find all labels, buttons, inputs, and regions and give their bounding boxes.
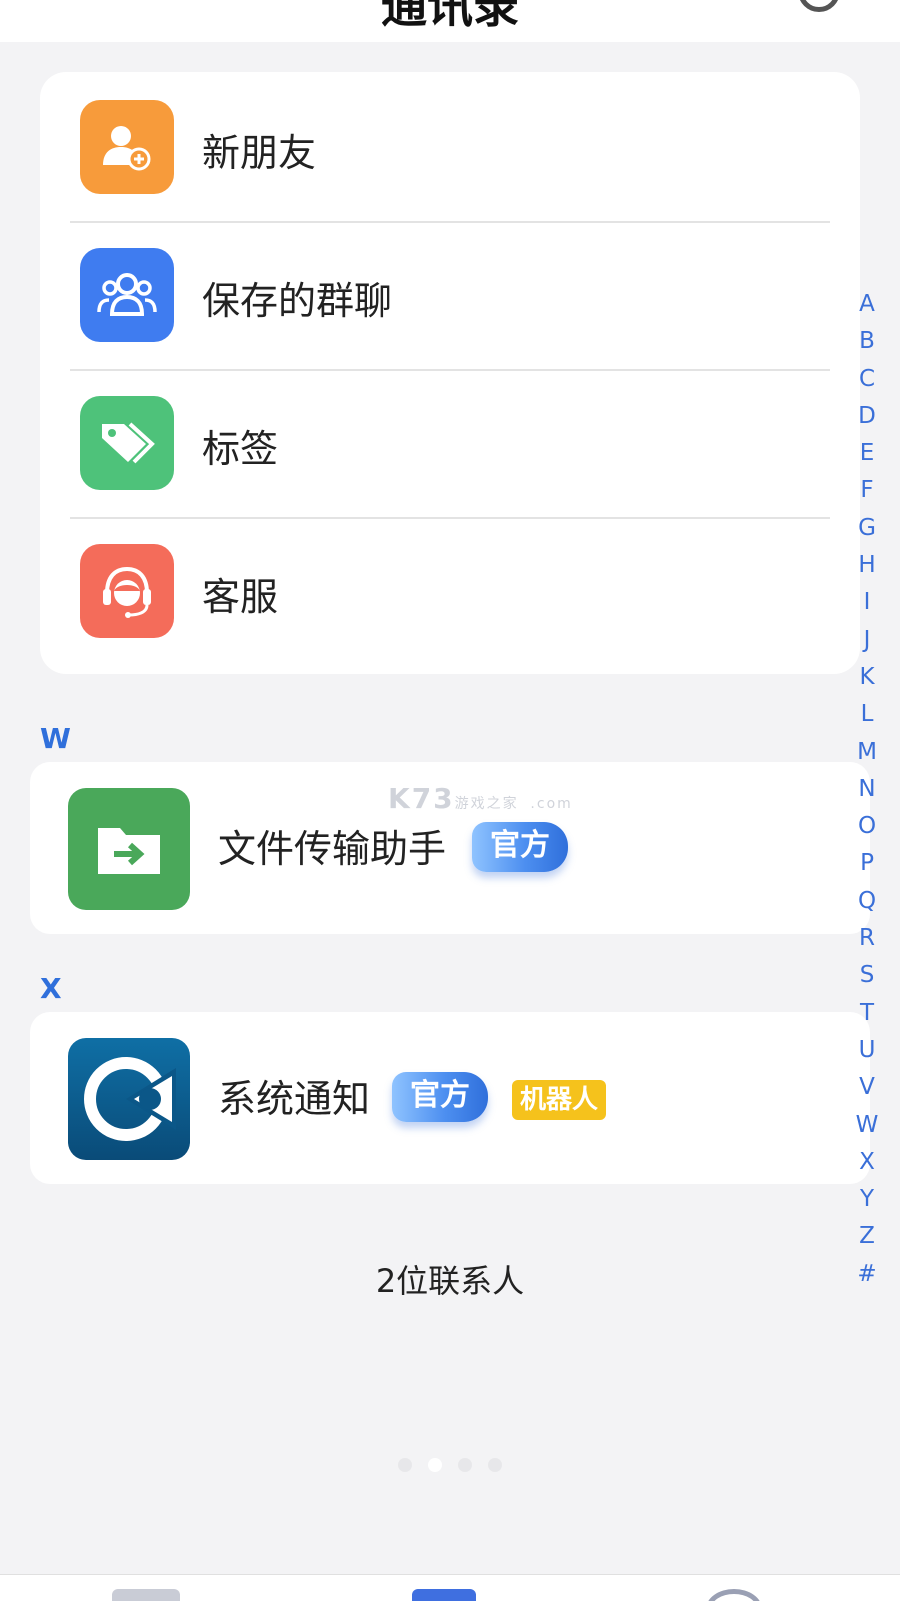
index-letter[interactable]: Z (852, 1218, 882, 1255)
index-letter[interactable]: L (852, 696, 882, 733)
index-letter[interactable]: P (852, 845, 882, 882)
index-letter[interactable]: K (852, 659, 882, 696)
menu-item-tags[interactable]: 标签 (40, 368, 860, 519)
robot-badge: 机器人 (512, 1080, 607, 1120)
menu-item-customer-service[interactable]: 客服 (40, 516, 860, 667)
bottom-tab-bar (0, 1574, 900, 1601)
system-logo-icon (68, 1038, 190, 1160)
section-header-w: W (40, 722, 71, 755)
menu-item-new-friends[interactable]: 新朋友 (40, 72, 860, 223)
index-letter[interactable]: A (852, 286, 882, 323)
tag-icon (80, 396, 174, 490)
tab-me-icon[interactable] (706, 1589, 762, 1601)
index-letter[interactable]: C (852, 361, 882, 398)
index-letter[interactable]: T (852, 995, 882, 1032)
menu-item-saved-groups[interactable]: 保存的群聊 (40, 220, 860, 371)
menu-item-label: 新朋友 (202, 131, 317, 175)
contact-count: 2位联系人 (375, 1262, 525, 1300)
index-letter[interactable]: N (852, 771, 882, 808)
index-letter[interactable]: W (852, 1107, 882, 1144)
index-letter[interactable]: X (852, 1144, 882, 1181)
watermark-tagline: 游戏之家 (454, 796, 519, 812)
index-letter[interactable]: G (852, 510, 882, 547)
index-letter[interactable]: Q (852, 883, 882, 920)
index-letter[interactable]: O (852, 808, 882, 845)
watermark-brand: K73 (388, 782, 455, 815)
official-badge: 官方 (392, 1072, 488, 1122)
page-dot (488, 1458, 502, 1472)
index-letter[interactable]: E (852, 435, 882, 472)
index-letter[interactable]: V (852, 1069, 882, 1106)
alphabet-index[interactable]: A B C D E F G H I J K L M N O P Q R S T U V W X Y Z # (852, 286, 882, 1293)
function-menu-card: 新朋友 保存的群聊 标签 客服 (40, 72, 860, 674)
top-bar: 通讯录 (0, 0, 900, 42)
menu-item-label: 标签 (202, 427, 279, 471)
page-title: 通讯录 (381, 0, 519, 33)
index-letter[interactable]: D (852, 398, 882, 435)
index-letter[interactable]: B (852, 323, 882, 360)
page-dot (398, 1458, 412, 1472)
group-icon (80, 248, 174, 342)
index-letter[interactable]: R (852, 920, 882, 957)
index-letter[interactable]: Y (852, 1181, 882, 1218)
section-header-x: X (40, 972, 62, 1005)
watermark-logo: K73游戏之家 .com (388, 782, 573, 815)
customer-service-icon (80, 544, 174, 638)
add-friend-icon (80, 100, 174, 194)
index-letter[interactable]: I (852, 584, 882, 621)
contact-system-notification[interactable]: 系统通知 官方 机器人 (30, 1012, 870, 1184)
menu-item-label: 客服 (202, 575, 279, 619)
official-badge: 官方 (472, 822, 568, 872)
index-letter[interactable]: J (852, 622, 882, 659)
index-letter[interactable]: S (852, 957, 882, 994)
index-letter[interactable]: U (852, 1032, 882, 1069)
menu-item-label: 保存的群聊 (202, 279, 393, 323)
contact-name: 文件传输助手 (218, 827, 447, 871)
page-dot (428, 1458, 442, 1472)
page-indicator (398, 1458, 502, 1472)
file-transfer-icon (68, 788, 190, 910)
index-letter[interactable]: F (852, 472, 882, 509)
index-letter[interactable]: H (852, 547, 882, 584)
tab-messages-icon[interactable] (112, 1589, 180, 1601)
page-dot (458, 1458, 472, 1472)
watermark-domain: .com (530, 796, 573, 812)
contact-name: 系统通知 (218, 1077, 371, 1121)
index-letter[interactable]: M (852, 734, 882, 771)
tab-contacts-icon[interactable] (412, 1589, 476, 1601)
index-letter[interactable]: # (852, 1256, 882, 1293)
